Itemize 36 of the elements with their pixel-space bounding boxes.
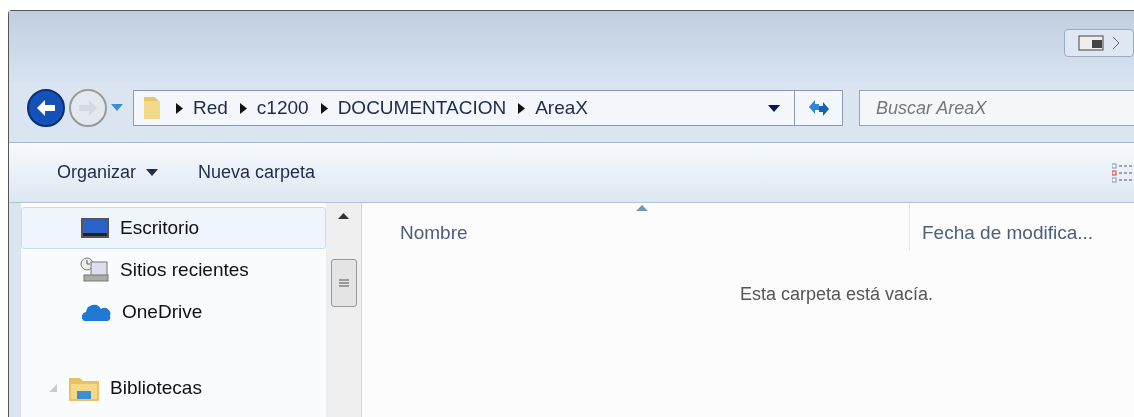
address-dropdown-icon[interactable]	[768, 104, 780, 112]
grip-icon	[338, 278, 349, 288]
empty-folder-message: Esta carpeta está vacía.	[740, 284, 934, 304]
sidebar-item[interactable]: Sitios recientes	[21, 249, 326, 291]
back-button[interactable]	[27, 89, 65, 127]
caret-icon	[146, 169, 159, 176]
scrollbar[interactable]	[326, 203, 362, 417]
breadcrumb-separator-icon[interactable]	[518, 102, 526, 114]
monitor-icon	[80, 217, 110, 239]
preview-pane-icon	[1078, 35, 1104, 51]
sidebar-item[interactable]: OneDrive	[21, 291, 326, 333]
preview-pane-button[interactable]	[1064, 29, 1134, 57]
arrow-left-icon	[36, 99, 56, 117]
breadcrumb-separator-icon[interactable]	[176, 102, 183, 114]
sidebar-item[interactable]: Bibliotecas	[21, 367, 326, 409]
breadcrumb-item[interactable]: Red	[193, 93, 228, 123]
column-header[interactable]: Nombre	[362, 203, 910, 251]
breadcrumb-separator-icon[interactable]	[320, 102, 328, 114]
column-header[interactable]: Fecha de modifica...	[910, 203, 1134, 251]
search-field[interactable]: Buscar AreaX	[859, 90, 1134, 126]
organize-menu[interactable]: Organizar	[57, 159, 159, 186]
scrollbar-thumb[interactable]	[330, 259, 357, 307]
address-bar[interactable]: Red c1200 DOCUMENTACION AreaX	[133, 90, 843, 126]
breadcrumb-item[interactable]: AreaX	[535, 93, 588, 123]
sort-ascending-icon	[635, 205, 648, 211]
scroll-up-icon[interactable]	[338, 213, 349, 219]
recent-places-icon	[80, 257, 110, 283]
breadcrumb-separator-icon[interactable]	[239, 102, 247, 114]
new-folder-button[interactable]: Nueva carpeta	[198, 159, 316, 186]
cloud-icon	[80, 302, 112, 322]
chevron-right-icon	[1112, 36, 1120, 50]
history-dropdown-icon[interactable]	[111, 104, 123, 112]
breadcrumb-item[interactable]: c1200	[256, 93, 309, 123]
breadcrumb-item[interactable]: DOCUMENTACION	[337, 93, 507, 123]
sidebar-item[interactable]: Escritorio	[21, 207, 326, 249]
refresh-icon	[806, 98, 831, 118]
